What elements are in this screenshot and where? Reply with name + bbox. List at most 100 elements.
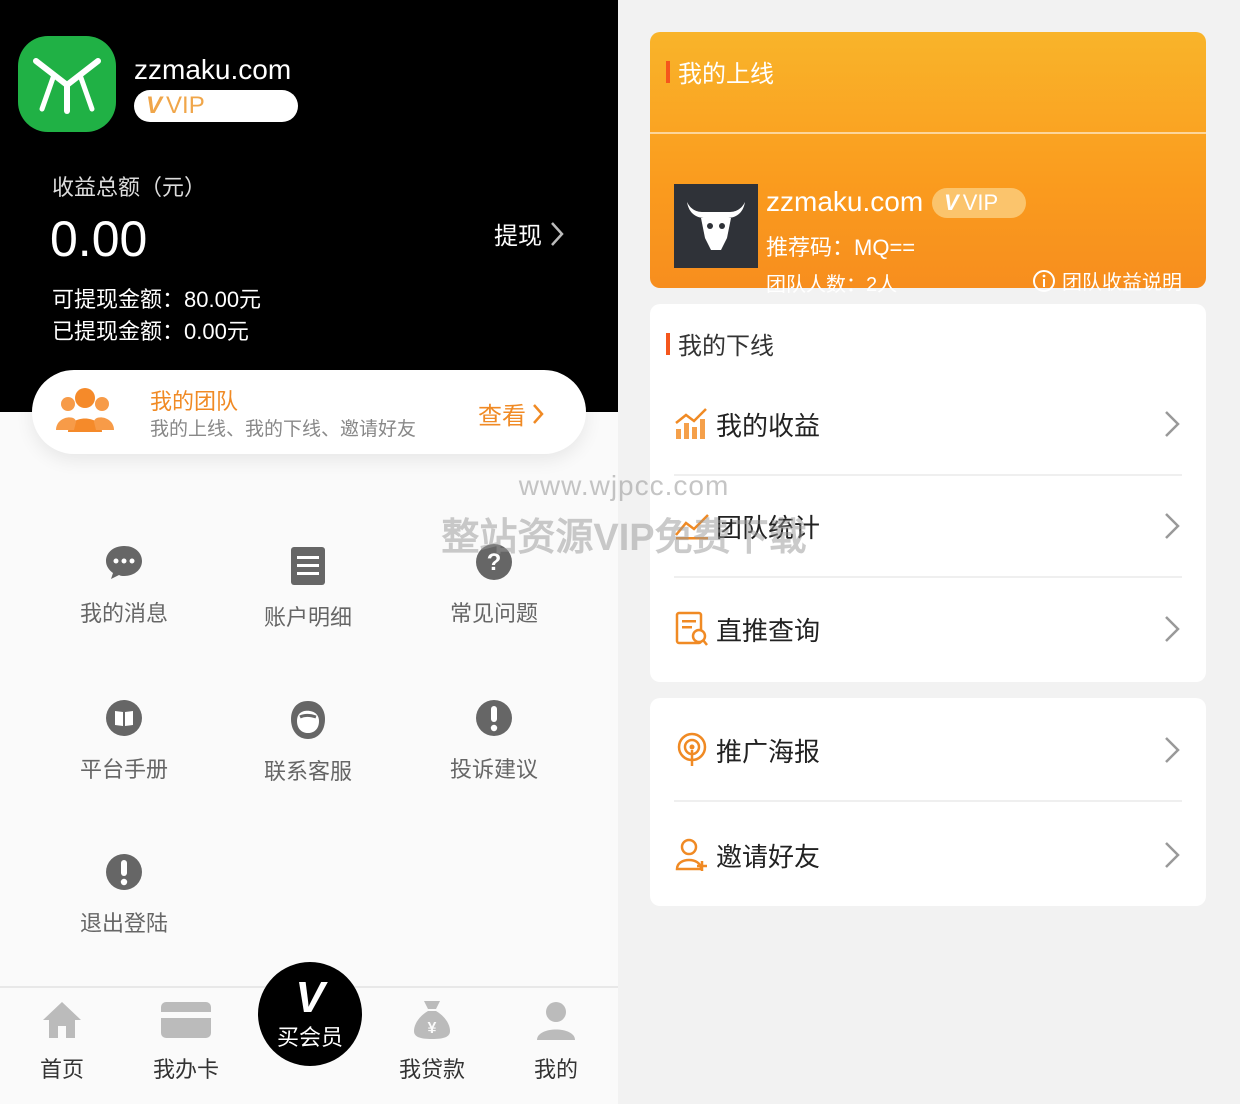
left-panel: zzmaku.com V VIP 收益总额（元） 0.00 提现 可提现金额：80… bbox=[0, 0, 618, 1104]
info-icon bbox=[1033, 269, 1055, 292]
home-icon bbox=[43, 1002, 81, 1038]
referral-code: 推荐码：MQ== bbox=[766, 235, 916, 260]
explain-label: 团队收益说明 bbox=[1062, 272, 1182, 294]
menu-item-messages[interactable]: 我的消息 bbox=[54, 540, 194, 628]
menu-label: 我的消息 bbox=[79, 601, 168, 626]
withdraw-label: 提现 bbox=[494, 223, 542, 250]
vip-label: VIP bbox=[962, 190, 999, 215]
upline-card: 我的上线 zzmaku.com V VIP 推荐码：MQ== 团队人数：2人 团队… bbox=[650, 32, 1206, 296]
tab-label: 首页 bbox=[39, 1057, 84, 1082]
menu-item-customer-service[interactable]: 联系客服 bbox=[238, 698, 378, 786]
tab-card[interactable]: 我办卡 bbox=[136, 998, 236, 1084]
menu-item-manual[interactable]: 平台手册 bbox=[54, 696, 194, 784]
question-icon: ? bbox=[476, 544, 512, 580]
menu-label: 平台手册 bbox=[79, 757, 168, 782]
tab-label: 我办卡 bbox=[152, 1057, 219, 1082]
profile-name: zzmaku.com bbox=[134, 54, 292, 85]
row-my-income[interactable]: 我的收益 bbox=[674, 374, 1182, 476]
add-user-icon bbox=[675, 838, 707, 871]
divider bbox=[650, 132, 1206, 134]
income-total: 0.00 bbox=[50, 211, 148, 267]
money-bag-icon: ¥ bbox=[414, 1001, 450, 1039]
row-label: 我的收益 bbox=[716, 410, 821, 441]
menu-item-complaints[interactable]: 投诉建议 bbox=[424, 696, 564, 784]
member-v-icon: V bbox=[295, 973, 325, 1022]
chevron-right-icon bbox=[1165, 411, 1180, 437]
menu-item-faq[interactable]: ? 常见问题 bbox=[424, 540, 564, 628]
accent-bar bbox=[666, 60, 670, 83]
downline-card: 我的下线 我的收益 团队统计 直推查询 bbox=[650, 304, 1206, 682]
row-label: 邀请好友 bbox=[716, 841, 821, 872]
tab-home[interactable]: 首页 bbox=[12, 998, 112, 1084]
menu-label: 投诉建议 bbox=[449, 757, 538, 782]
chevron-right-icon bbox=[1165, 513, 1180, 539]
book-icon bbox=[106, 700, 142, 736]
my-team-card[interactable]: 我的团队 我的上线、我的下线、邀请好友 查看 bbox=[32, 370, 586, 454]
row-direct-query[interactable]: 直推查询 bbox=[674, 578, 1182, 680]
income-label: 收益总额（元） bbox=[52, 175, 207, 200]
upline-name: zzmaku.com bbox=[766, 186, 924, 217]
broadcast-icon bbox=[677, 732, 707, 766]
tab-mine[interactable]: 我的 bbox=[506, 998, 606, 1084]
right-panel: 我的上线 zzmaku.com V VIP 推荐码：MQ== 团队人数：2人 团队… bbox=[620, 0, 1240, 1104]
upline-title: 我的上线 bbox=[678, 61, 774, 88]
chart-icon bbox=[675, 408, 707, 439]
chevron-right-icon bbox=[1165, 737, 1180, 763]
svg-text:¥: ¥ bbox=[428, 1020, 437, 1037]
card-icon bbox=[161, 1002, 211, 1038]
team-icon bbox=[56, 388, 114, 432]
chevron-right-icon bbox=[1165, 616, 1180, 642]
service-icon bbox=[291, 701, 325, 739]
alert-icon bbox=[476, 700, 512, 736]
downline-heading: 我的下线 bbox=[666, 326, 774, 361]
row-label: 直推查询 bbox=[716, 615, 821, 646]
svg-text:?: ? bbox=[487, 549, 502, 576]
document-icon bbox=[291, 547, 325, 585]
row-promo-poster[interactable]: 推广海报 bbox=[674, 700, 1182, 802]
search-doc-icon bbox=[675, 611, 708, 646]
team-count: 团队人数：2人 bbox=[766, 274, 898, 296]
chevron-right-icon bbox=[551, 221, 564, 246]
menu-item-account-details[interactable]: 账户明细 bbox=[238, 544, 378, 632]
income-header: zzmaku.com V VIP 收益总额（元） 0.00 提现 可提现金额：80… bbox=[0, 0, 618, 412]
menu-item-logout[interactable]: 退出登陆 bbox=[54, 850, 194, 938]
team-view-button[interactable]: 查看 bbox=[478, 396, 544, 431]
upline-avatar bbox=[674, 184, 758, 268]
team-title: 我的团队 bbox=[150, 389, 239, 414]
row-label: 推广海报 bbox=[716, 736, 821, 767]
row-invite-friends[interactable]: 邀请好友 bbox=[674, 804, 1182, 906]
member-label: 买会员 bbox=[276, 1025, 343, 1050]
user-icon bbox=[537, 1002, 575, 1040]
app-logo bbox=[18, 36, 116, 132]
upline-vip-badge: V VIP bbox=[932, 188, 1026, 218]
chevron-right-icon bbox=[533, 403, 544, 424]
logo-mark-icon bbox=[33, 58, 101, 114]
vip-badge: V VIP bbox=[134, 90, 298, 122]
team-income-explain-link[interactable]: 团队收益说明 bbox=[1032, 266, 1182, 295]
row-team-stats[interactable]: 团队统计 bbox=[674, 476, 1182, 578]
team-subtitle: 我的上线、我的下线、邀请好友 bbox=[150, 419, 417, 440]
withdrawn-amount: 已提现金额：0.00元 bbox=[52, 319, 249, 344]
chat-icon bbox=[106, 546, 142, 579]
tab-label: 我的 bbox=[533, 1057, 578, 1082]
promo-card: 推广海报 邀请好友 bbox=[650, 698, 1206, 906]
exit-icon bbox=[106, 854, 142, 890]
trend-icon bbox=[675, 514, 709, 540]
vip-mark: V bbox=[944, 190, 959, 215]
accent-bar bbox=[666, 332, 670, 355]
available-amount: 可提现金额：80.00元 bbox=[52, 287, 262, 312]
menu-label: 账户明细 bbox=[263, 605, 352, 630]
upline-heading: 我的上线 bbox=[666, 54, 774, 89]
buy-member-button[interactable]: V 买会员 bbox=[258, 962, 362, 1066]
bull-logo-icon bbox=[687, 202, 745, 250]
tab-loan[interactable]: ¥ 我贷款 bbox=[382, 998, 482, 1084]
row-label: 团队统计 bbox=[716, 512, 821, 543]
menu-label: 常见问题 bbox=[449, 601, 538, 626]
vip-mark: V bbox=[146, 92, 163, 119]
vip-label: VIP bbox=[166, 92, 205, 119]
chevron-right-icon bbox=[1165, 842, 1180, 868]
team-view-label: 查看 bbox=[478, 403, 526, 430]
downline-title: 我的下线 bbox=[678, 333, 774, 360]
menu-label: 退出登陆 bbox=[79, 911, 168, 936]
withdraw-button[interactable]: 提现 bbox=[494, 216, 564, 251]
